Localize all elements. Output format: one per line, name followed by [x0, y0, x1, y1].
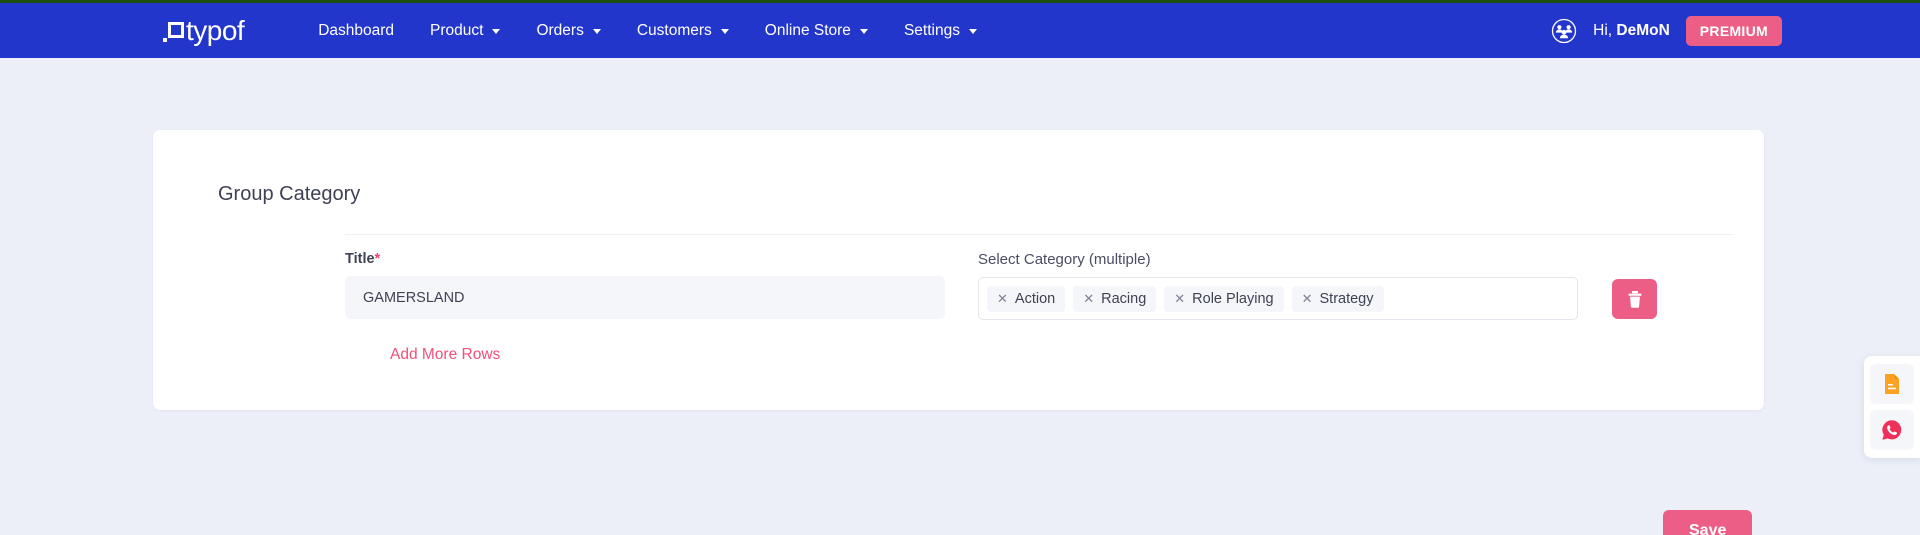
logo-dot-icon — [163, 37, 167, 42]
category-tags-input[interactable]: ✕ Action ✕ Racing ✕ Role Playing ✕ Strat… — [978, 277, 1578, 320]
floating-side-widgets — [1864, 356, 1920, 458]
save-button[interactable]: Save — [1663, 510, 1753, 535]
save-button-wrapper: Save — [1663, 510, 1753, 535]
chevron-down-icon — [968, 29, 977, 34]
required-asterisk: * — [374, 251, 381, 267]
title-field-label: Title* — [345, 251, 945, 267]
title-input[interactable] — [345, 276, 945, 319]
close-icon[interactable]: ✕ — [1302, 292, 1313, 305]
close-icon[interactable]: ✕ — [1174, 292, 1185, 305]
nav-label-settings: Settings — [903, 21, 960, 39]
tag-chip[interactable]: ✕ Action — [987, 285, 1066, 312]
brand-logo[interactable]: typof — [163, 14, 245, 46]
header-right-group: Hi, DeMoN PREMIUM — [1551, 15, 1892, 46]
tag-label: Action — [1014, 290, 1056, 307]
tag-chip[interactable]: ✕ Strategy — [1291, 285, 1384, 312]
nav-item-orders[interactable]: Orders — [518, 22, 618, 40]
tag-label: Racing — [1101, 290, 1147, 307]
people-group-icon[interactable] — [1551, 18, 1577, 44]
close-icon[interactable]: ✕ — [997, 292, 1008, 305]
main-nav: Dashboard Product Orders Customers Onlin… — [300, 22, 995, 40]
tag-chip[interactable]: ✕ Racing — [1073, 285, 1157, 312]
chevron-down-icon — [492, 29, 501, 34]
nav-label-orders: Orders — [536, 21, 584, 39]
close-icon[interactable]: ✕ — [1083, 292, 1094, 305]
add-more-rows-link[interactable]: Add More Rows — [153, 320, 500, 410]
document-widget-button[interactable] — [1870, 364, 1914, 404]
delete-row-button[interactable] — [1612, 279, 1657, 319]
title-label-text: Title — [345, 251, 375, 267]
nav-item-product[interactable]: Product — [412, 22, 518, 40]
chevron-down-icon — [859, 29, 868, 34]
nav-item-customers[interactable]: Customers — [619, 22, 747, 40]
trash-icon — [1628, 290, 1641, 308]
brand-name: typof — [186, 14, 245, 46]
card-title: Group Category — [218, 183, 361, 205]
whatsapp-icon — [1882, 420, 1902, 440]
tag-label: Role Playing — [1192, 290, 1274, 307]
nav-label-dashboard: Dashboard — [318, 21, 395, 39]
greeting-prefix: Hi, — [1593, 21, 1617, 39]
nav-item-online-store[interactable]: Online Store — [747, 22, 886, 40]
whatsapp-widget-button[interactable] — [1870, 410, 1914, 450]
tag-chip[interactable]: ✕ Role Playing — [1164, 285, 1284, 312]
main-header: typof Dashboard Product Orders Customers… — [0, 3, 1920, 58]
logo-square-icon — [168, 22, 184, 38]
category-field-label: Select Category (multiple) — [978, 251, 1151, 268]
group-category-card: Group Category Title* Select Category (m… — [153, 130, 1764, 410]
nav-label-product: Product — [430, 21, 484, 39]
premium-badge[interactable]: PREMIUM — [1685, 15, 1782, 46]
category-row: Title* Select Category (multiple) ✕ Acti… — [153, 235, 1764, 320]
nav-label-customers: Customers — [636, 21, 712, 39]
greeting-username: DeMoN — [1616, 21, 1670, 39]
title-field-group: Title* — [345, 251, 945, 319]
chevron-down-icon — [592, 29, 601, 34]
nav-item-settings[interactable]: Settings — [886, 22, 995, 40]
nav-item-dashboard[interactable]: Dashboard — [300, 22, 412, 40]
user-greeting[interactable]: Hi, DeMoN — [1593, 22, 1670, 40]
chevron-down-icon — [720, 29, 729, 34]
document-icon — [1885, 374, 1899, 394]
tag-label: Strategy — [1319, 290, 1374, 307]
nav-label-online-store: Online Store — [764, 21, 851, 39]
category-field-group: Select Category (multiple) ✕ Action ✕ Ra… — [978, 251, 1578, 320]
